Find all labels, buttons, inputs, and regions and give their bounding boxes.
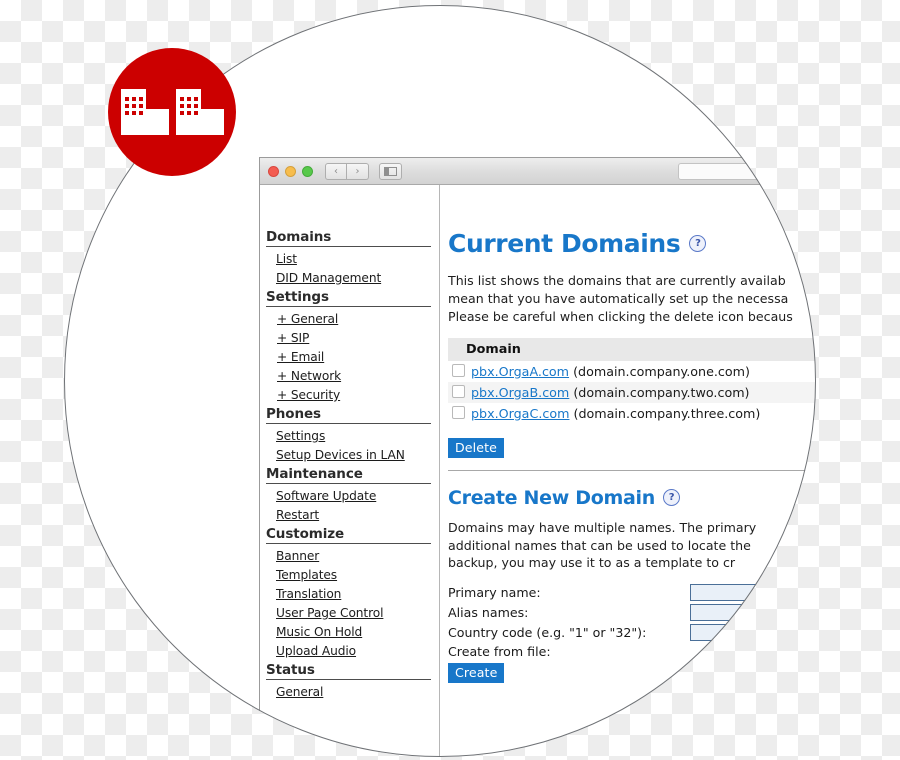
sidebar-item-status-general[interactable]: General [266,682,431,701]
country-code-label: Country code (e.g. "1" or "32"): [448,625,647,641]
sidebar-item-translation[interactable]: Translation [266,584,431,603]
main-content: Current Domains ? This list shows the do… [440,185,816,757]
nav-heading-customize: Customize [266,524,431,544]
sidebar-item-user-page-control[interactable]: User Page Control [266,603,431,622]
window-controls [268,165,313,177]
nav-section-maintenance: Maintenance Software Update Restart [266,464,431,524]
browser-titlebar: ‹ › [260,158,816,185]
browser-window: ‹ › Domains List DID Management Settings… [259,157,816,757]
nav-section-domains: Domains List DID Management [266,227,431,287]
page-title: Current Domains ? [448,229,816,258]
help-icon[interactable]: ? [662,489,680,507]
row-checkbox[interactable] [452,363,465,377]
close-button[interactable] [268,165,279,177]
alias-names-input[interactable] [690,604,778,622]
sidebar-item-phone-settings[interactable]: Settings [266,426,431,445]
sidebar-item-did-management[interactable]: DID Management [266,268,431,287]
building-logo [108,48,236,176]
sidebar-item-list[interactable]: List [266,249,431,268]
create-from-file-label: Create from file: [448,644,551,660]
sidebar-item-banner[interactable]: Banner [266,546,431,565]
sidebar-item-music-on-hold[interactable]: Music On Hold [266,622,431,641]
create-domain-title-text: Create New Domain [448,486,655,509]
window-body: Domains List DID Management Settings + G… [260,185,816,757]
domain-link[interactable]: pbx.OrgaB.com [471,385,569,400]
create-domain-title: Create New Domain ? [448,487,816,509]
sidebar-item-general[interactable]: + General [266,309,431,328]
current-domains-description: This list shows the domains that are cur… [448,273,793,324]
domain-link[interactable]: pbx.OrgaC.com [471,406,569,421]
minimize-button[interactable] [285,165,296,177]
alias-names-label: Alias names: [448,605,529,621]
nav-heading-domains: Domains [266,227,431,247]
sidebar-item-templates[interactable]: Templates [266,565,431,584]
row-checkbox[interactable] [452,384,465,398]
domain-link[interactable]: pbx.OrgaA.com [471,364,569,379]
primary-name-input[interactable] [690,584,778,602]
nav-heading-phones: Phones [266,404,431,424]
table-header-row: Domain Us [448,337,816,361]
nav-section-settings: Settings + General + SIP + Email + Netwo… [266,287,431,404]
table-row[interactable]: pbx.OrgaA.com (domain.company.one.com) [448,361,816,382]
sidebar-item-setup-devices-in-lan[interactable]: Setup Devices in LAN [266,445,431,464]
primary-name-label: Primary name: [448,585,541,601]
chevron-right-icon: › [355,165,360,177]
domain-cell: pbx.OrgaC.com (domain.company.three.com) [448,403,816,424]
domain-alias: (domain.company.two.com) [573,384,750,400]
nav-section-customize: Customize Banner Templates Translation U… [266,524,431,660]
row-checkbox[interactable] [452,405,465,419]
column-header-users: Us [648,337,816,361]
domain-alias: (domain.company.three.com) [573,405,761,421]
create-domain-description: Domains may have multiple names. The pri… [448,519,757,571]
table-row[interactable]: pbx.OrgaB.com (domain.company.two.com) [448,381,816,403]
page-title-text: Current Domains [448,229,681,258]
sidebar-item-upload-audio[interactable]: Upload Audio [266,641,431,660]
nav-section-phones: Phones Settings Setup Devices in LAN [266,404,431,464]
composition-stage: ‹ › Domains List DID Management Settings… [0,0,900,760]
domains-table: Domain Us pbx.OrgaA.com (domain.company.… [448,337,816,424]
forward-button[interactable]: › [347,162,369,180]
table-row[interactable]: pbx.OrgaC.com (domain.company.three.com) [448,403,816,424]
building-windows [179,97,198,115]
column-header-domain: Domain [448,337,648,361]
building-glyph-right [175,89,224,135]
sidebar-item-network[interactable]: + Network [266,366,431,385]
help-icon[interactable]: ? [689,235,707,252]
chevron-left-icon: ‹ [334,165,338,177]
sidebar-item-security[interactable]: + Security [266,385,431,404]
building-wing [200,109,224,135]
nav-section-status: Status General [266,660,431,701]
sidebar-item-sip[interactable]: + SIP [266,328,431,347]
sidebar-item-software-update[interactable]: Software Update [266,486,431,505]
create-from-file-input[interactable] [650,645,778,659]
building-glyph-left [120,89,169,135]
section-divider [448,469,816,471]
domain-cell: pbx.OrgaB.com (domain.company.two.com) [448,381,816,403]
building-windows [124,97,143,115]
create-domain-form: Primary name: Alias names: Country code … [448,584,778,659]
country-code-input[interactable] [690,624,778,642]
domain-cell: pbx.OrgaA.com (domain.company.one.com) [448,361,816,382]
building-wing [145,109,169,135]
nav-heading-status: Status [266,660,431,680]
sidebar-item-email[interactable]: + Email [266,347,431,366]
address-bar-input[interactable] [678,163,808,180]
back-button[interactable]: ‹ [325,162,347,180]
sidebar-panel-icon [384,166,397,176]
navigation-sidebar: Domains List DID Management Settings + G… [260,185,440,757]
zoom-button[interactable] [302,165,313,177]
sidebar-item-restart[interactable]: Restart [266,505,431,524]
sidebar-toggle-button[interactable] [379,162,402,180]
create-button[interactable]: Create [448,663,505,684]
domain-alias: (domain.company.one.com) [573,363,750,379]
nav-heading-maintenance: Maintenance [266,464,431,484]
nav-buttons: ‹ › [325,162,369,180]
nav-heading-settings: Settings [266,287,431,307]
delete-button[interactable]: Delete [448,437,504,458]
